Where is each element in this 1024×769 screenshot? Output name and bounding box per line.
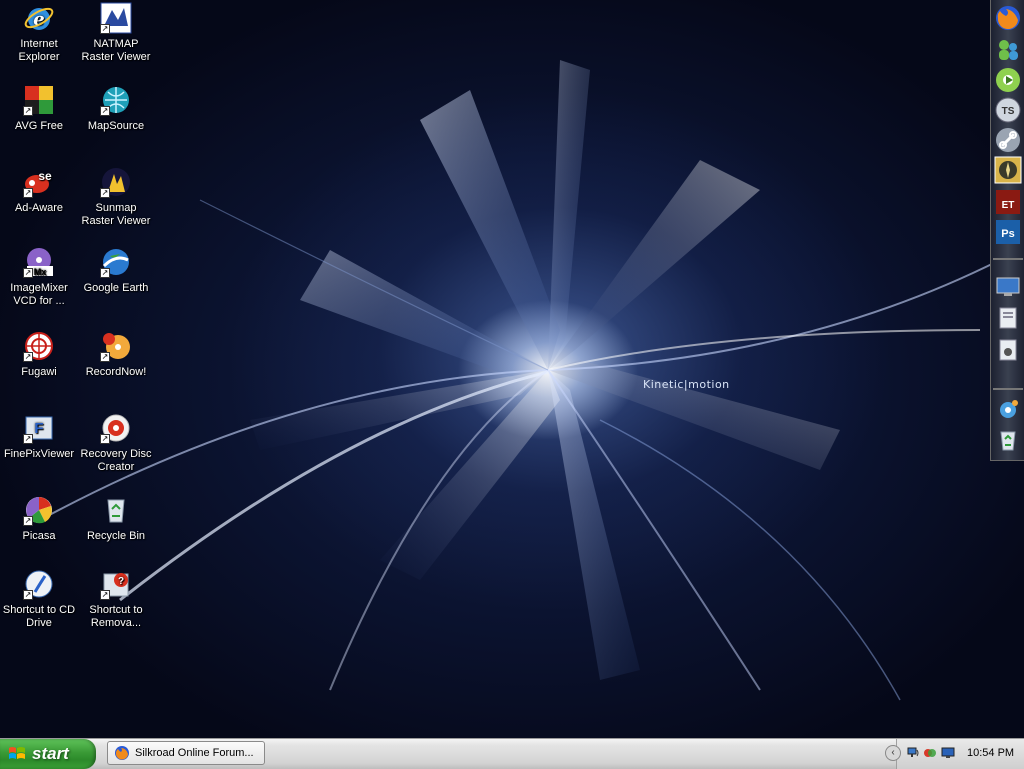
desktop-icon-label: Ad-Aware	[14, 202, 64, 214]
svg-text:ET: ET	[1002, 200, 1015, 211]
cd-drive-icon: ↗	[23, 568, 55, 600]
desktop-icon-label: RecordNow!	[85, 366, 147, 378]
taskbar-button-silkroad[interactable]: Silkroad Online Forum...	[107, 741, 265, 765]
recovery-disc-icon: ↗	[100, 412, 132, 444]
shortcut-arrow-icon: ↗	[100, 24, 110, 34]
desktop-icon-picasa[interactable]: ↗ Picasa	[0, 494, 78, 543]
firefox-icon[interactable]	[994, 4, 1022, 32]
google-earth-icon: ↗	[100, 246, 132, 278]
finepix-icon: F ↗	[23, 412, 55, 444]
system-tray: ‹ 10:54 PM	[885, 739, 1024, 769]
shortcut-arrow-icon: ↗	[23, 268, 33, 278]
game-icon[interactable]: ET	[994, 188, 1022, 216]
photoshop-icon[interactable]: Ps	[994, 218, 1022, 246]
documents-icon[interactable]	[994, 304, 1022, 332]
start-button[interactable]: start	[0, 739, 96, 769]
desktop-icon-label: ImageMixer VCD for ...	[10, 282, 68, 307]
desktop-icon-finepix[interactable]: F ↗ FinePixViewer	[0, 412, 78, 461]
shortcut-arrow-icon: ↗	[23, 434, 33, 444]
desktop-icon-adaware[interactable]: se ↗ Ad-Aware	[0, 166, 78, 215]
taskbar: start Silkroad Online Forum... ‹ 10:54 P…	[0, 738, 1024, 769]
desktop-icon-google-earth[interactable]: ↗ Google Earth	[77, 246, 155, 295]
desktop-icon-label: Google Earth	[83, 282, 149, 294]
windows-logo-icon	[9, 747, 25, 759]
desktop-icon-label: Shortcut to CD Drive	[2, 604, 76, 629]
recordnow-icon: ↗	[100, 330, 132, 362]
picasa-icon: ↗	[23, 494, 55, 526]
monitor-icon[interactable]	[994, 272, 1022, 300]
start-label: start	[32, 744, 69, 763]
shortcut-arrow-icon: ↗	[100, 590, 110, 600]
desktop-icon-imagemixer[interactable]: Mx ↗ ImageMixer VCD for ...	[0, 246, 78, 308]
quick-launch-dock: TS ET Ps	[990, 0, 1024, 461]
removable-drive-icon: ? ↗	[100, 568, 132, 600]
network-icon[interactable]	[907, 746, 921, 760]
link-icon[interactable]	[994, 126, 1022, 154]
desktop-icon-label: Recycle Bin	[86, 530, 146, 542]
shortcut-arrow-icon: ↗	[23, 516, 33, 526]
firefox-icon	[115, 746, 129, 760]
desktop-icon-label: NATMAP Raster Viewer	[81, 38, 151, 63]
svg-text:TS: TS	[1002, 106, 1015, 117]
desktop-icon-label: Fugawi	[21, 366, 57, 378]
settings-icon[interactable]	[994, 396, 1022, 424]
shortcut-arrow-icon: ↗	[23, 106, 33, 116]
dock-separator	[993, 258, 1023, 260]
desktop-icon-recycle[interactable]: Recycle Bin	[77, 494, 155, 543]
svg-text:Mx: Mx	[34, 267, 47, 277]
fugawi-icon: ↗	[23, 330, 55, 362]
shortcut-arrow-icon: ↗	[100, 434, 110, 444]
desktop-icon-avg[interactable]: ↗ AVG Free	[0, 84, 78, 133]
messenger-icon[interactable]	[994, 36, 1022, 64]
imagemixer-icon: Mx ↗	[23, 246, 55, 278]
display-icon[interactable]	[941, 746, 955, 760]
teamspeak-icon[interactable]: TS	[994, 96, 1022, 124]
pictures-icon[interactable]	[994, 336, 1022, 364]
desktop-icon-removable[interactable]: ? ↗ Shortcut to Remova...	[77, 568, 155, 630]
desktop-icon-label: Internet Explorer	[18, 38, 60, 63]
desktop-icon-mapsource[interactable]: ↗ MapSource	[77, 84, 155, 133]
desktop-icon-cd-drive[interactable]: ↗ Shortcut to CD Drive	[0, 568, 78, 630]
desktop-icon-sunmap[interactable]: ↗ Sunmap Raster Viewer	[77, 166, 155, 228]
shortcut-arrow-icon: ↗	[100, 268, 110, 278]
svg-text:F: F	[34, 420, 43, 437]
recycle-bin-icon	[100, 494, 132, 526]
shortcut-arrow-icon: ↗	[100, 352, 110, 362]
shortcut-arrow-icon: ↗	[23, 188, 33, 198]
desktop-icon-label: AVG Free	[14, 120, 64, 132]
desktop-icon-label: FinePixViewer	[3, 448, 75, 460]
natmap-icon: ↗	[100, 2, 132, 34]
security-icon[interactable]	[923, 746, 937, 760]
svg-text:se: se	[38, 169, 52, 183]
desktop-icon-label: Picasa	[22, 530, 56, 542]
avg-icon: ↗	[23, 84, 55, 116]
desktop-icon-label: Shortcut to Remova...	[89, 604, 143, 629]
desktop-icon-label: Sunmap Raster Viewer	[81, 202, 151, 227]
desktop-icon-label: MapSource	[87, 120, 145, 132]
desktop-icon-recordnow[interactable]: ↗ RecordNow!	[77, 330, 155, 379]
show-hidden-icons-button[interactable]: ‹	[885, 745, 901, 761]
desktop-icon-recovery[interactable]: ↗ Recovery Disc Creator	[77, 412, 155, 474]
desktop-icon-label: Recovery Disc Creator	[80, 448, 152, 473]
sunmap-icon: ↗	[100, 166, 132, 198]
compass-icon[interactable]	[994, 156, 1022, 184]
ie-icon: e	[23, 2, 55, 34]
clock[interactable]: 10:54 PM	[967, 747, 1014, 759]
svg-text:?: ?	[118, 576, 124, 587]
desktop-icon-internet-explorer[interactable]: e Internet Explorer	[0, 2, 78, 64]
media-icon[interactable]	[994, 66, 1022, 94]
shortcut-arrow-icon: ↗	[23, 590, 33, 600]
taskbar-button-label: Silkroad Online Forum...	[135, 747, 254, 759]
desktop-icon-fugawi[interactable]: ↗ Fugawi	[0, 330, 78, 379]
shortcut-arrow-icon: ↗	[100, 106, 110, 116]
shortcut-arrow-icon: ↗	[100, 188, 110, 198]
wallpaper-brand-text: Kinetic|motion	[643, 378, 730, 391]
adaware-icon: se ↗	[23, 166, 55, 198]
svg-text:Ps: Ps	[1001, 228, 1014, 240]
shortcut-arrow-icon: ↗	[23, 352, 33, 362]
mapsource-icon: ↗	[100, 84, 132, 116]
dock-separator	[993, 388, 1023, 390]
desktop-icon-natmap[interactable]: ↗ NATMAP Raster Viewer	[77, 2, 155, 64]
recycle-icon[interactable]	[994, 426, 1022, 454]
